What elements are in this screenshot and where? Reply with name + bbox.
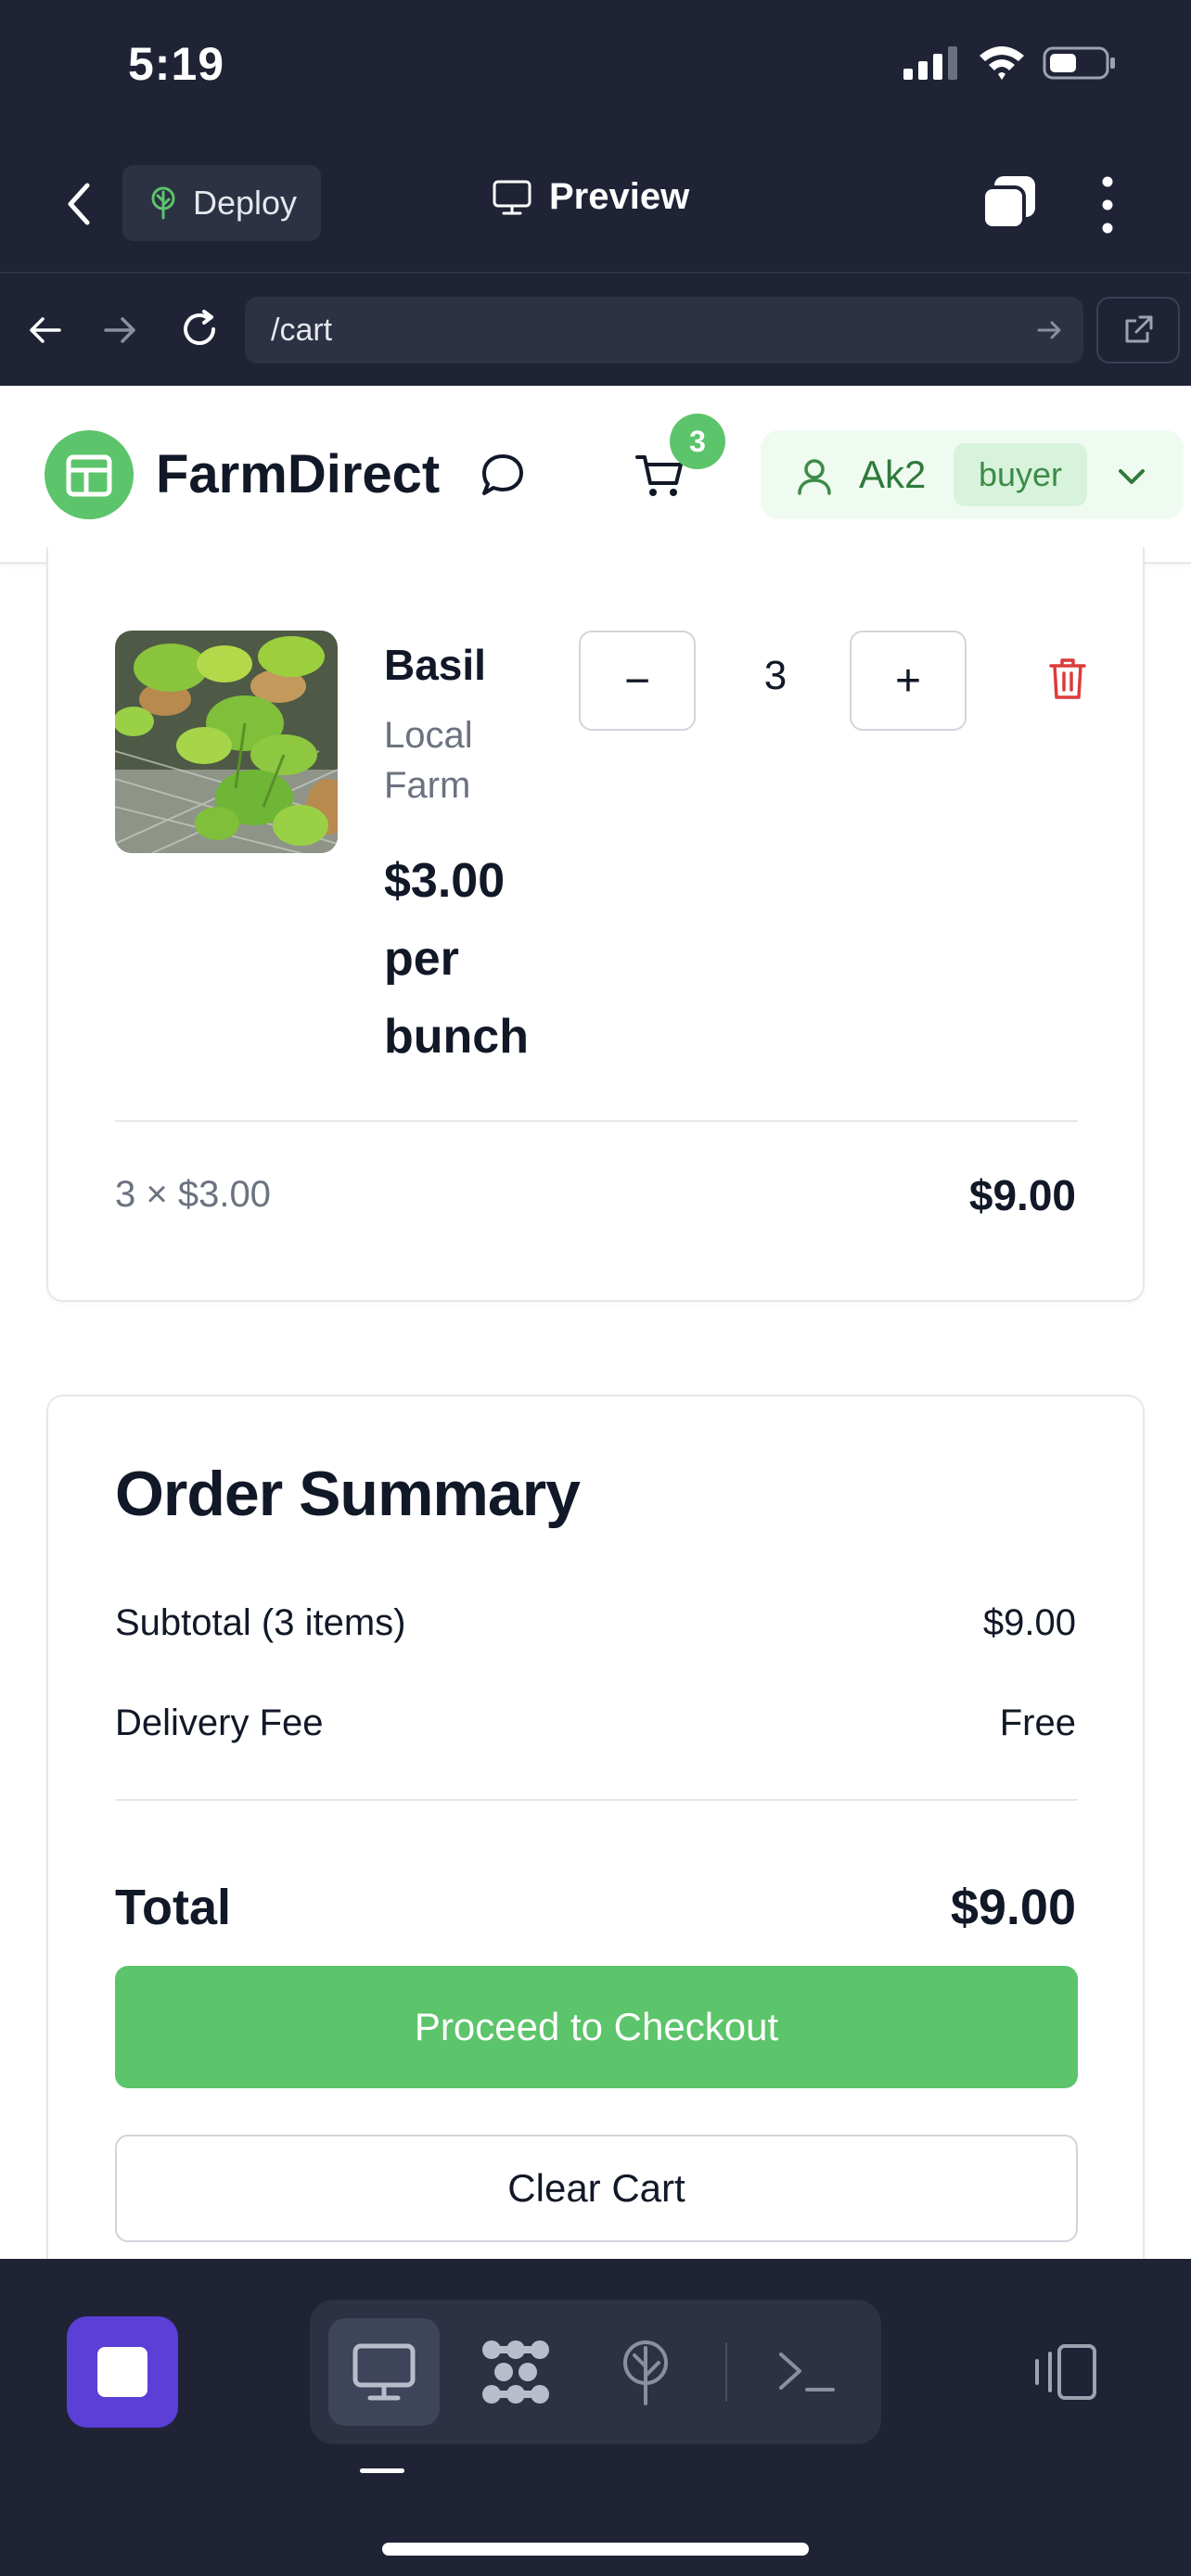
open-external-button[interactable]	[1096, 297, 1180, 363]
more-icon[interactable]	[1091, 174, 1124, 236]
subtotal-label: Subtotal (3 items)	[115, 1602, 406, 1643]
cart-count-badge: 3	[670, 414, 725, 469]
deploy-label: Deploy	[193, 184, 298, 222]
clear-cart-button[interactable]: Clear Cart	[115, 2135, 1078, 2242]
active-tab-indicator	[360, 2468, 404, 2473]
browser-nav-row: Deploy Preview	[0, 158, 1191, 250]
bottom-toolbar	[0, 2259, 1191, 2576]
preview-title: Preview	[492, 176, 689, 218]
total-label: Total	[115, 1880, 231, 1935]
split-view-icon[interactable]	[1031, 2342, 1098, 2402]
deploy-button[interactable]: Deploy	[122, 165, 321, 241]
home-indicator	[382, 2543, 809, 2556]
cart-item-card: Basil Local Farm $3.00 per bunch − 3 + 3…	[46, 547, 1145, 1302]
url-text: /cart	[271, 312, 333, 348]
item-calc: 3 × $3.00	[115, 1174, 271, 1215]
total-value: $9.00	[950, 1880, 1076, 1935]
summary-title: Order Summary	[115, 1459, 581, 1529]
delivery-label: Delivery Fee	[115, 1702, 324, 1743]
item-line-total: $9.00	[968, 1171, 1076, 1219]
app-header: FarmDirect 3 Ak2 buyer	[0, 386, 1191, 564]
user-menu[interactable]: Ak2 buyer	[761, 430, 1184, 519]
url-field[interactable]: /cart	[245, 297, 1083, 363]
deploy-icon	[623, 2340, 668, 2405]
apps-icon	[482, 2340, 549, 2404]
tool-separator	[725, 2342, 727, 2402]
increase-quantity-button[interactable]: +	[850, 631, 967, 731]
delivery-value: Free	[999, 1702, 1076, 1743]
stop-button[interactable]	[67, 2316, 178, 2428]
user-name: Ak2	[859, 453, 927, 496]
preview-label: Preview	[549, 176, 690, 217]
chevron-down-icon[interactable]	[1113, 460, 1150, 493]
chat-icon[interactable]	[479, 453, 527, 497]
quantity-value: 3	[763, 653, 788, 698]
apps-tool-button[interactable]	[460, 2318, 571, 2426]
chrome-divider	[0, 272, 1191, 274]
terminal-tool-button[interactable]	[751, 2318, 863, 2426]
item-price: $3.00 per bunch	[384, 854, 529, 1064]
item-name: Basil	[384, 641, 486, 689]
tree-icon	[151, 186, 175, 220]
trash-icon[interactable]	[1048, 657, 1087, 701]
subtotal-value: $9.00	[982, 1602, 1076, 1643]
url-row: /cart	[0, 297, 1191, 363]
wifi-icon	[980, 46, 1024, 80]
arrow-right-icon[interactable]	[100, 310, 141, 351]
tool-group	[310, 2300, 881, 2444]
deploy-tool-button[interactable]	[590, 2318, 701, 2426]
terminal-icon	[779, 2353, 835, 2391]
go-arrow-icon[interactable]	[1035, 315, 1065, 345]
battery-icon	[1043, 46, 1115, 80]
logo-icon[interactable]	[45, 430, 134, 519]
item-divider	[115, 1120, 1078, 1122]
decrease-quantity-button[interactable]: −	[579, 631, 696, 731]
arrow-left-icon[interactable]	[24, 310, 65, 351]
monitor-icon	[352, 2343, 416, 2401]
user-icon	[798, 459, 831, 495]
reload-icon[interactable]	[176, 306, 223, 352]
monitor-icon	[493, 180, 531, 214]
status-icons	[903, 45, 1117, 82]
summary-divider	[115, 1799, 1078, 1801]
tabs-icon[interactable]	[980, 174, 1037, 232]
checkout-button[interactable]: Proceed to Checkout	[115, 1966, 1078, 2088]
item-farm: Local Farm	[384, 715, 473, 806]
status-time: 5:19	[128, 38, 225, 90]
stop-icon	[97, 2347, 147, 2397]
brand-name[interactable]: FarmDirect	[156, 443, 440, 505]
browser-chrome: 5:19 Deploy Preview /cart	[0, 0, 1191, 386]
order-summary-card: Order Summary Subtotal (3 items) $9.00 D…	[46, 1395, 1145, 2322]
role-badge: buyer	[954, 443, 1087, 506]
item-photo	[115, 631, 338, 853]
chevron-left-icon[interactable]	[56, 176, 102, 232]
preview-tool-button[interactable]	[328, 2318, 440, 2426]
signal-icon	[903, 46, 957, 80]
external-link-icon	[1125, 315, 1153, 343]
